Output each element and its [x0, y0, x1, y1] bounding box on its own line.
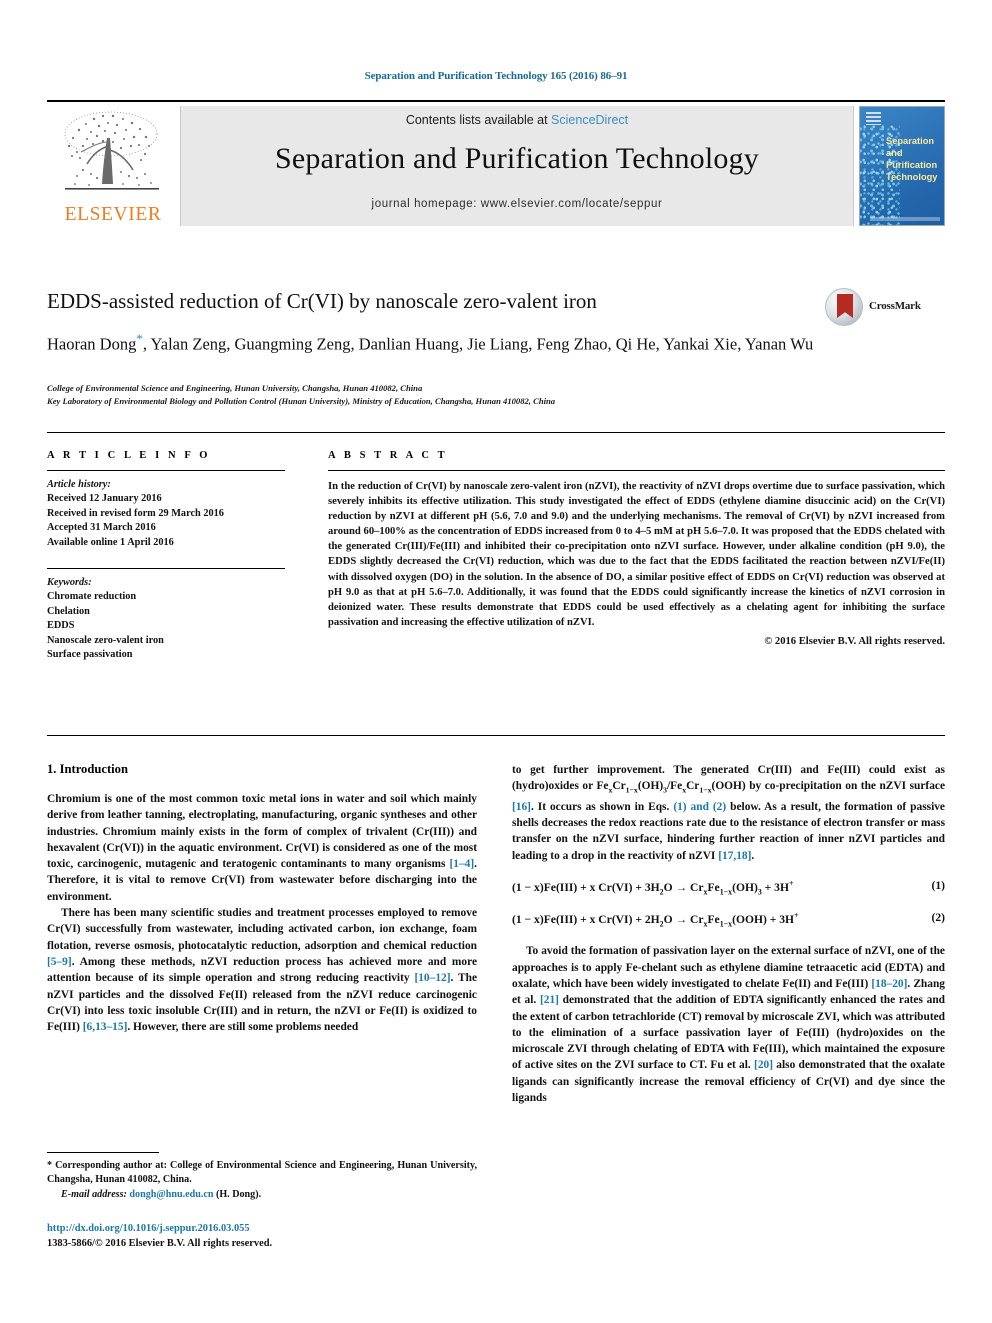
journal-title: Separation and Purification Technology — [275, 142, 759, 175]
keywords-rule — [47, 568, 285, 570]
paragraph-text: by co-precipitation on the nZVI surface — [745, 780, 946, 793]
elsevier-logo-block: ELSEVIER — [47, 106, 180, 228]
author-first: Haoran Dong — [47, 334, 137, 354]
author-list: Haoran Dong*, Yalan Zeng, Guangming Zeng… — [47, 327, 927, 356]
issn-copyright-line: 1383-5866/© 2016 Elsevier B.V. All right… — [47, 1237, 273, 1249]
article-info-rule — [47, 470, 285, 471]
footnote-block: * Corresponding author at: College of En… — [47, 1159, 477, 1202]
paragraph-text: . Among these methods, nZVI reduction pr… — [47, 955, 477, 985]
paragraph-intro-3: to get further improvement. The generate… — [512, 762, 945, 864]
keyword-item: Surface passivation — [47, 649, 133, 661]
body-right-column: to get further improvement. The generate… — [512, 762, 945, 1106]
doi-link[interactable]: http://dx.doi.org/10.1016/j.seppur.2016.… — [47, 1222, 477, 1237]
citation-ref[interactable]: [21] — [540, 994, 559, 1006]
sciencedirect-link[interactable]: ScienceDirect — [551, 113, 628, 127]
citation-ref[interactable]: [17,18] — [718, 850, 751, 862]
equation-ref[interactable]: (1) and (2) — [673, 801, 726, 813]
cover-title-line-1: Separation — [886, 136, 935, 146]
history-item: Received in revised form 29 March 2016 — [47, 507, 224, 519]
abstract-rule — [328, 470, 945, 471]
formula-fexcr-inline: xCr1−x(OH)3/FexCr1−x(OOH) — [608, 780, 746, 795]
keyword-item: Nanoscale zero-valent iron — [47, 634, 164, 646]
equation-1: (1 − x)Fe(III) + x Cr(VI) + 3H2O → CrxFe… — [512, 879, 945, 896]
footnote-rule — [47, 1152, 159, 1153]
cover-title: Separation and Purification Technology — [886, 135, 944, 183]
body-left-column: 1. Introduction Chromium is one of the m… — [47, 762, 477, 1035]
contents-prefix: Contents lists available at — [405, 113, 552, 127]
cover-elsevier-icon — [866, 112, 881, 125]
history-item: Available online 1 April 2016 — [47, 536, 174, 548]
paragraph-intro-4: To avoid the formation of passivation la… — [512, 943, 945, 1106]
equation-1-number: (1) — [931, 879, 945, 893]
abstract-text: In the reduction of Cr(VI) by nanoscale … — [328, 481, 945, 628]
email-label: E-mail address: — [61, 1188, 127, 1200]
paragraph-text: . It occurs as shown in Eqs. — [530, 800, 674, 813]
keyword-item: Chromate reduction — [47, 591, 137, 603]
keywords-label: Keywords: — [47, 577, 92, 589]
paragraph-text: Chromium is one of the most common toxic… — [47, 793, 477, 871]
citation-ref[interactable]: [20] — [754, 1059, 773, 1071]
history-item: Accepted 31 March 2016 — [47, 522, 156, 534]
paragraph-text: . — [751, 849, 755, 862]
article-info-heading: A R T I C L E I N F O — [47, 450, 211, 461]
crossmark-circle-icon — [825, 288, 863, 326]
abstract-copyright: © 2016 Elsevier B.V. All rights reserved… — [764, 635, 945, 647]
email-link[interactable]: dongh@hnu.edu.cn — [129, 1189, 213, 1200]
email-line: E-mail address: dongh@hnu.edu.cn (H. Don… — [47, 1188, 477, 1202]
journal-cover-thumbnail: Separation and Purification Technology — [859, 106, 945, 226]
crossmark-bookmark-icon — [837, 294, 853, 318]
affiliations: College of Environmental Science and Eng… — [47, 382, 927, 408]
paragraph-text: . However, there are still some problems… — [127, 1021, 359, 1034]
citation-ref[interactable]: [18–20] — [871, 978, 907, 990]
cover-footer-bar — [870, 217, 940, 221]
journal-article-page: Separation and Purification Technology 1… — [0, 0, 992, 1323]
equation-2-number: (2) — [931, 911, 945, 925]
corresponding-author-note: * Corresponding author at: College of En… — [47, 1160, 477, 1186]
equation-2: (1 − x)Fe(III) + x Cr(VI) + 2H2O → CrxFe… — [512, 911, 945, 928]
cover-title-line-3: Technology — [886, 172, 938, 182]
paragraph-intro-2: There has been many scientific studies a… — [47, 905, 477, 1035]
journal-masthead: ELSEVIER Contents lists available at Sci… — [47, 100, 945, 228]
article-title: EDDS-assisted reduction of Cr(VI) by nan… — [47, 289, 597, 313]
history-item: Received 12 January 2016 — [47, 493, 162, 505]
citation-ref[interactable]: [10–12] — [414, 972, 450, 984]
contents-lists-line: Contents lists available at ScienceDirec… — [181, 113, 853, 127]
equation-1-body: (1 − x)Fe(III) + x Cr(VI) + 3H2O → CrxFe… — [512, 879, 794, 897]
masthead-gray-band: Contents lists available at ScienceDirec… — [180, 106, 854, 226]
citation-ref[interactable]: [5–9] — [47, 956, 72, 968]
citation-ref[interactable]: [1–4] — [449, 858, 474, 870]
keyword-item: Chelation — [47, 605, 90, 617]
section-heading-introduction: 1. Introduction — [47, 762, 128, 776]
cover-title-line-2: and Purification — [886, 148, 938, 170]
doi-block: http://dx.doi.org/10.1016/j.seppur.2016.… — [47, 1222, 477, 1251]
equation-2-body: (1 − x)Fe(III) + x Cr(VI) + 2H2O → CrxFe… — [512, 911, 799, 929]
elsevier-wordmark: ELSEVIER — [64, 204, 162, 225]
article-history-block: Article history: Received 12 January 201… — [47, 478, 297, 550]
crossmark-badge[interactable]: CrossMark — [825, 288, 943, 328]
article-info-column: A R T I C L E I N F O Article history: R… — [47, 450, 297, 662]
abstract-heading: A B S T R A C T — [328, 450, 448, 461]
citation-ref[interactable]: [16] — [512, 801, 531, 813]
abstract-column: A B S T R A C T In the reduction of Cr(V… — [328, 450, 945, 647]
paragraph-text: There has been many scientific studies a… — [47, 907, 477, 952]
email-suffix: (H. Dong). — [213, 1188, 262, 1200]
keyword-item: EDDS — [47, 620, 75, 632]
paragraph-intro-1: Chromium is one of the most common toxic… — [47, 791, 477, 905]
affiliation-2: Key Laboratory of Environmental Biology … — [47, 396, 556, 406]
authors-rest: , Yalan Zeng, Guangming Zeng, Danlian Hu… — [142, 334, 814, 354]
citation-ref[interactable]: [6,13–15] — [83, 1021, 128, 1033]
info-block-bottom-rule — [47, 735, 945, 736]
keywords-block: Keywords: Chromate reduction Chelation E… — [47, 576, 297, 662]
affiliation-1: College of Environmental Science and Eng… — [47, 383, 423, 393]
journal-homepage-link[interactable]: journal homepage: www.elsevier.com/locat… — [181, 198, 853, 210]
info-block-top-rule — [47, 432, 945, 433]
crossmark-label: CrossMark — [869, 300, 921, 312]
running-head: Separation and Purification Technology 1… — [364, 70, 628, 82]
elsevier-tree-icon — [64, 111, 159, 190]
article-history-label: Article history: — [47, 479, 111, 490]
